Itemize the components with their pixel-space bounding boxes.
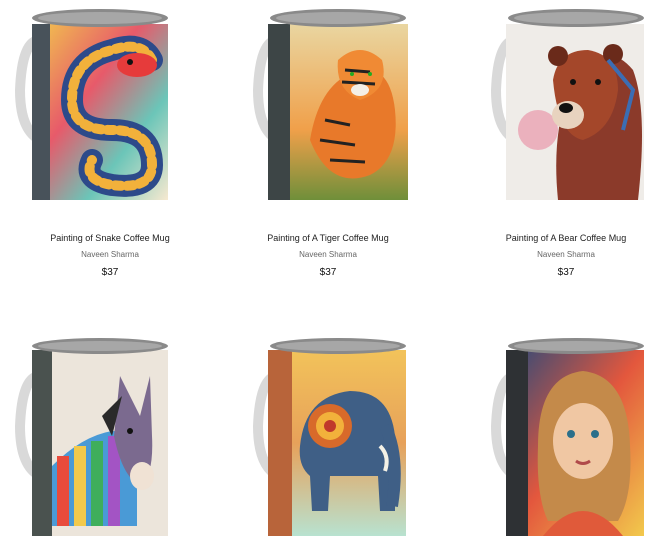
product-title[interactable]: Painting of Snake Coffee Mug (0, 232, 220, 244)
product-grid: Painting of Snake Coffee Mug Naveen Shar… (0, 0, 670, 540)
product-image-elephant-mug[interactable] (220, 336, 436, 536)
product-price: $37 (101, 267, 119, 278)
product-artist[interactable]: Naveen Sharma (456, 249, 670, 261)
product-artist[interactable]: Naveen Sharma (0, 249, 220, 261)
product-price: $37 (557, 267, 575, 278)
product-title[interactable]: Painting of A Bear Coffee Mug (456, 232, 670, 244)
product-title[interactable]: Painting of A Tiger Coffee Mug (218, 232, 438, 244)
product-image-snake-mug[interactable] (2, 0, 218, 200)
product-image-donkey-mug[interactable] (2, 336, 218, 536)
product-artist[interactable]: Naveen Sharma (218, 249, 438, 261)
product-image-girl-mug[interactable] (458, 336, 670, 536)
product-image-bear-mug[interactable] (458, 0, 670, 200)
product-image-tiger-mug[interactable] (220, 0, 436, 200)
product-price: $37 (319, 267, 337, 278)
